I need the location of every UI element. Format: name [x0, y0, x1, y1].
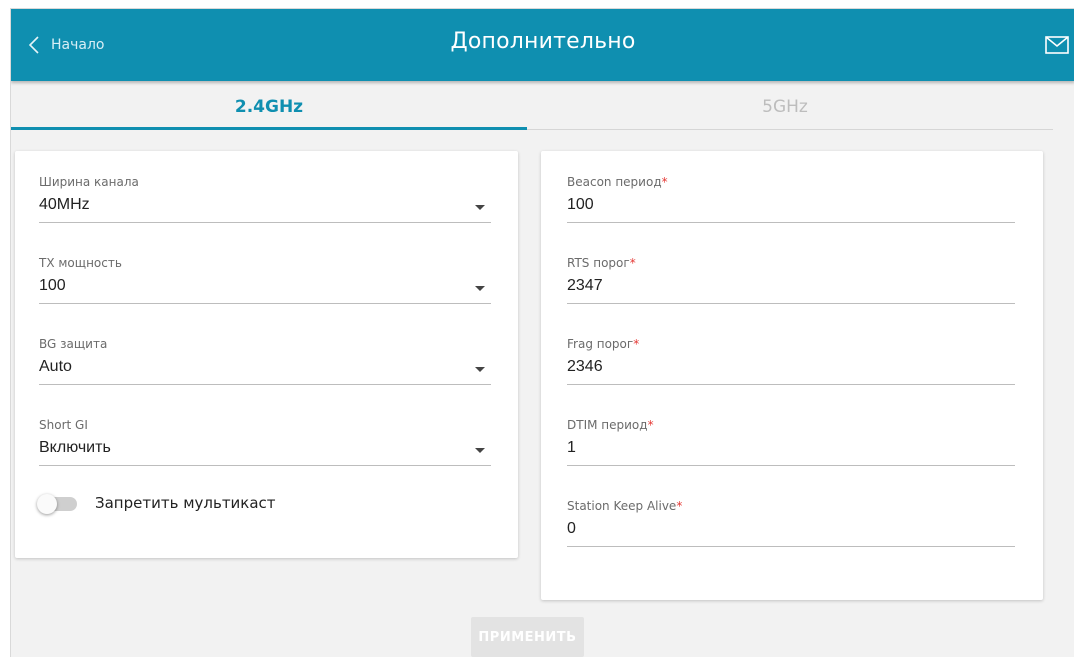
- bg-protection-select[interactable]: BG защита Auto: [39, 337, 493, 387]
- short-gi-value: Включить: [39, 439, 111, 456]
- frag-threshold-label: Frag порог*: [567, 337, 640, 351]
- dropdown-arrow-icon: [475, 286, 485, 291]
- frag-threshold-value: 2346: [567, 358, 603, 375]
- channel-width-value: 40MHz: [39, 196, 90, 213]
- timing-settings-card: Beacon период* 100 RTS порог* 2347 Frag …: [541, 151, 1043, 600]
- dtim-period-value: 1: [567, 439, 576, 456]
- dropdown-arrow-icon: [475, 205, 485, 210]
- field-underline: [39, 303, 491, 304]
- apply-button[interactable]: ПРИМЕНИТЬ: [471, 617, 584, 657]
- dropdown-arrow-icon: [475, 367, 485, 372]
- field-underline: [39, 465, 491, 466]
- field-underline: [567, 303, 1015, 304]
- field-underline: [39, 384, 491, 385]
- beacon-period-label: Beacon период*: [567, 175, 668, 189]
- top-bar: Начало Дополнительно: [11, 9, 1074, 81]
- short-gi-label: Short GI: [39, 418, 88, 432]
- beacon-period-value: 100: [567, 196, 594, 213]
- rts-threshold-label: RTS порог*: [567, 256, 636, 270]
- channel-width-select[interactable]: Ширина канала 40MHz: [39, 175, 493, 225]
- dtim-period-label: DTIM период*: [567, 418, 654, 432]
- dropdown-arrow-icon: [475, 448, 485, 453]
- radio-settings-card: Ширина канала 40MHz TX мощность 100 BG з…: [15, 151, 518, 558]
- field-underline: [567, 222, 1015, 223]
- field-underline: [567, 465, 1015, 466]
- page-title: Дополнительно: [450, 29, 636, 54]
- frag-threshold-field[interactable]: Frag порог* 2346: [567, 337, 1017, 387]
- tx-power-select[interactable]: TX мощность 100: [39, 256, 493, 306]
- envelope-icon: [1045, 36, 1069, 54]
- tab-2-4ghz[interactable]: 2.4GHz: [11, 81, 527, 133]
- multicast-toggle-label: Запретить мультикаст: [95, 494, 276, 512]
- notifications-button[interactable]: [1045, 36, 1069, 58]
- field-underline: [567, 546, 1015, 547]
- multicast-toggle[interactable]: [37, 494, 79, 514]
- tx-power-value: 100: [39, 277, 66, 294]
- active-tab-indicator: [11, 127, 527, 130]
- toggle-knob: [37, 494, 57, 514]
- dtim-period-field[interactable]: DTIM период* 1: [567, 418, 1017, 468]
- app-frame: Начало Дополнительно 2.4GHz 5GHz Ширина …: [10, 8, 1074, 657]
- station-keep-alive-value: 0: [567, 520, 576, 537]
- channel-width-label: Ширина канала: [39, 175, 139, 189]
- tab-5ghz[interactable]: 5GHz: [527, 81, 1043, 133]
- bg-protection-label: BG защита: [39, 337, 108, 351]
- short-gi-select[interactable]: Short GI Включить: [39, 418, 493, 468]
- tx-power-label: TX мощность: [39, 256, 122, 270]
- bg-protection-value: Auto: [39, 358, 72, 375]
- rts-threshold-field[interactable]: RTS порог* 2347: [567, 256, 1017, 306]
- beacon-period-field[interactable]: Beacon период* 100: [567, 175, 1017, 225]
- field-underline: [39, 222, 491, 223]
- station-keep-alive-label: Station Keep Alive*: [567, 499, 683, 513]
- rts-threshold-value: 2347: [567, 277, 603, 294]
- band-tabs: 2.4GHz 5GHz: [11, 81, 1053, 133]
- station-keep-alive-field[interactable]: Station Keep Alive* 0: [567, 499, 1017, 549]
- field-underline: [567, 384, 1015, 385]
